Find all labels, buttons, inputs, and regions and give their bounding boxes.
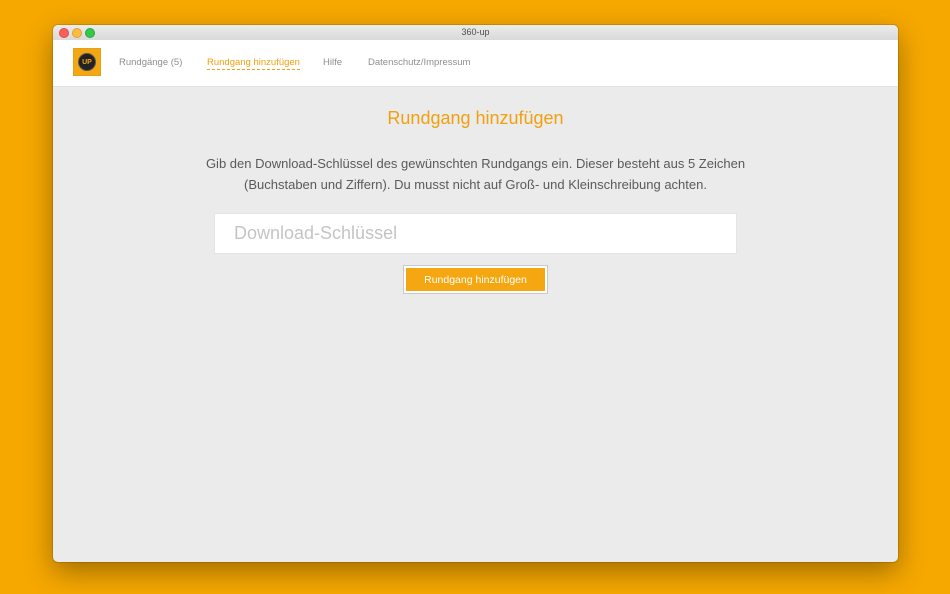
submit-button-frame: Rundgang hinzufügen — [403, 265, 548, 294]
nav-item-rundgang-hinzufuegen[interactable]: Rundgang hinzufügen — [207, 57, 300, 70]
360-up-logo-icon[interactable]: UP — [73, 48, 101, 76]
download-key-input[interactable] — [214, 213, 737, 254]
page-title: Rundgang hinzufügen — [387, 108, 564, 128]
nav-item-rundgaenge[interactable]: Rundgänge (5) — [119, 57, 182, 68]
nav-item-datenschutz-impressum[interactable]: Datenschutz/Impressum — [368, 57, 470, 68]
add-tour-button[interactable]: Rundgang hinzufügen — [406, 268, 545, 291]
nav-item-hilfe[interactable]: Hilfe — [323, 57, 342, 68]
logo-text: UP — [78, 53, 96, 71]
app-window: 360-up UP Rundgänge (5) Rundgang hinzufü… — [53, 25, 898, 562]
top-nav: UP Rundgänge (5) Rundgang hinzufügen Hil… — [53, 40, 898, 87]
title-bar: 360-up — [53, 25, 898, 41]
page-description: Gib den Download-Schlüssel des gewünscht… — [205, 156, 746, 192]
window-title: 360-up — [461, 27, 490, 37]
